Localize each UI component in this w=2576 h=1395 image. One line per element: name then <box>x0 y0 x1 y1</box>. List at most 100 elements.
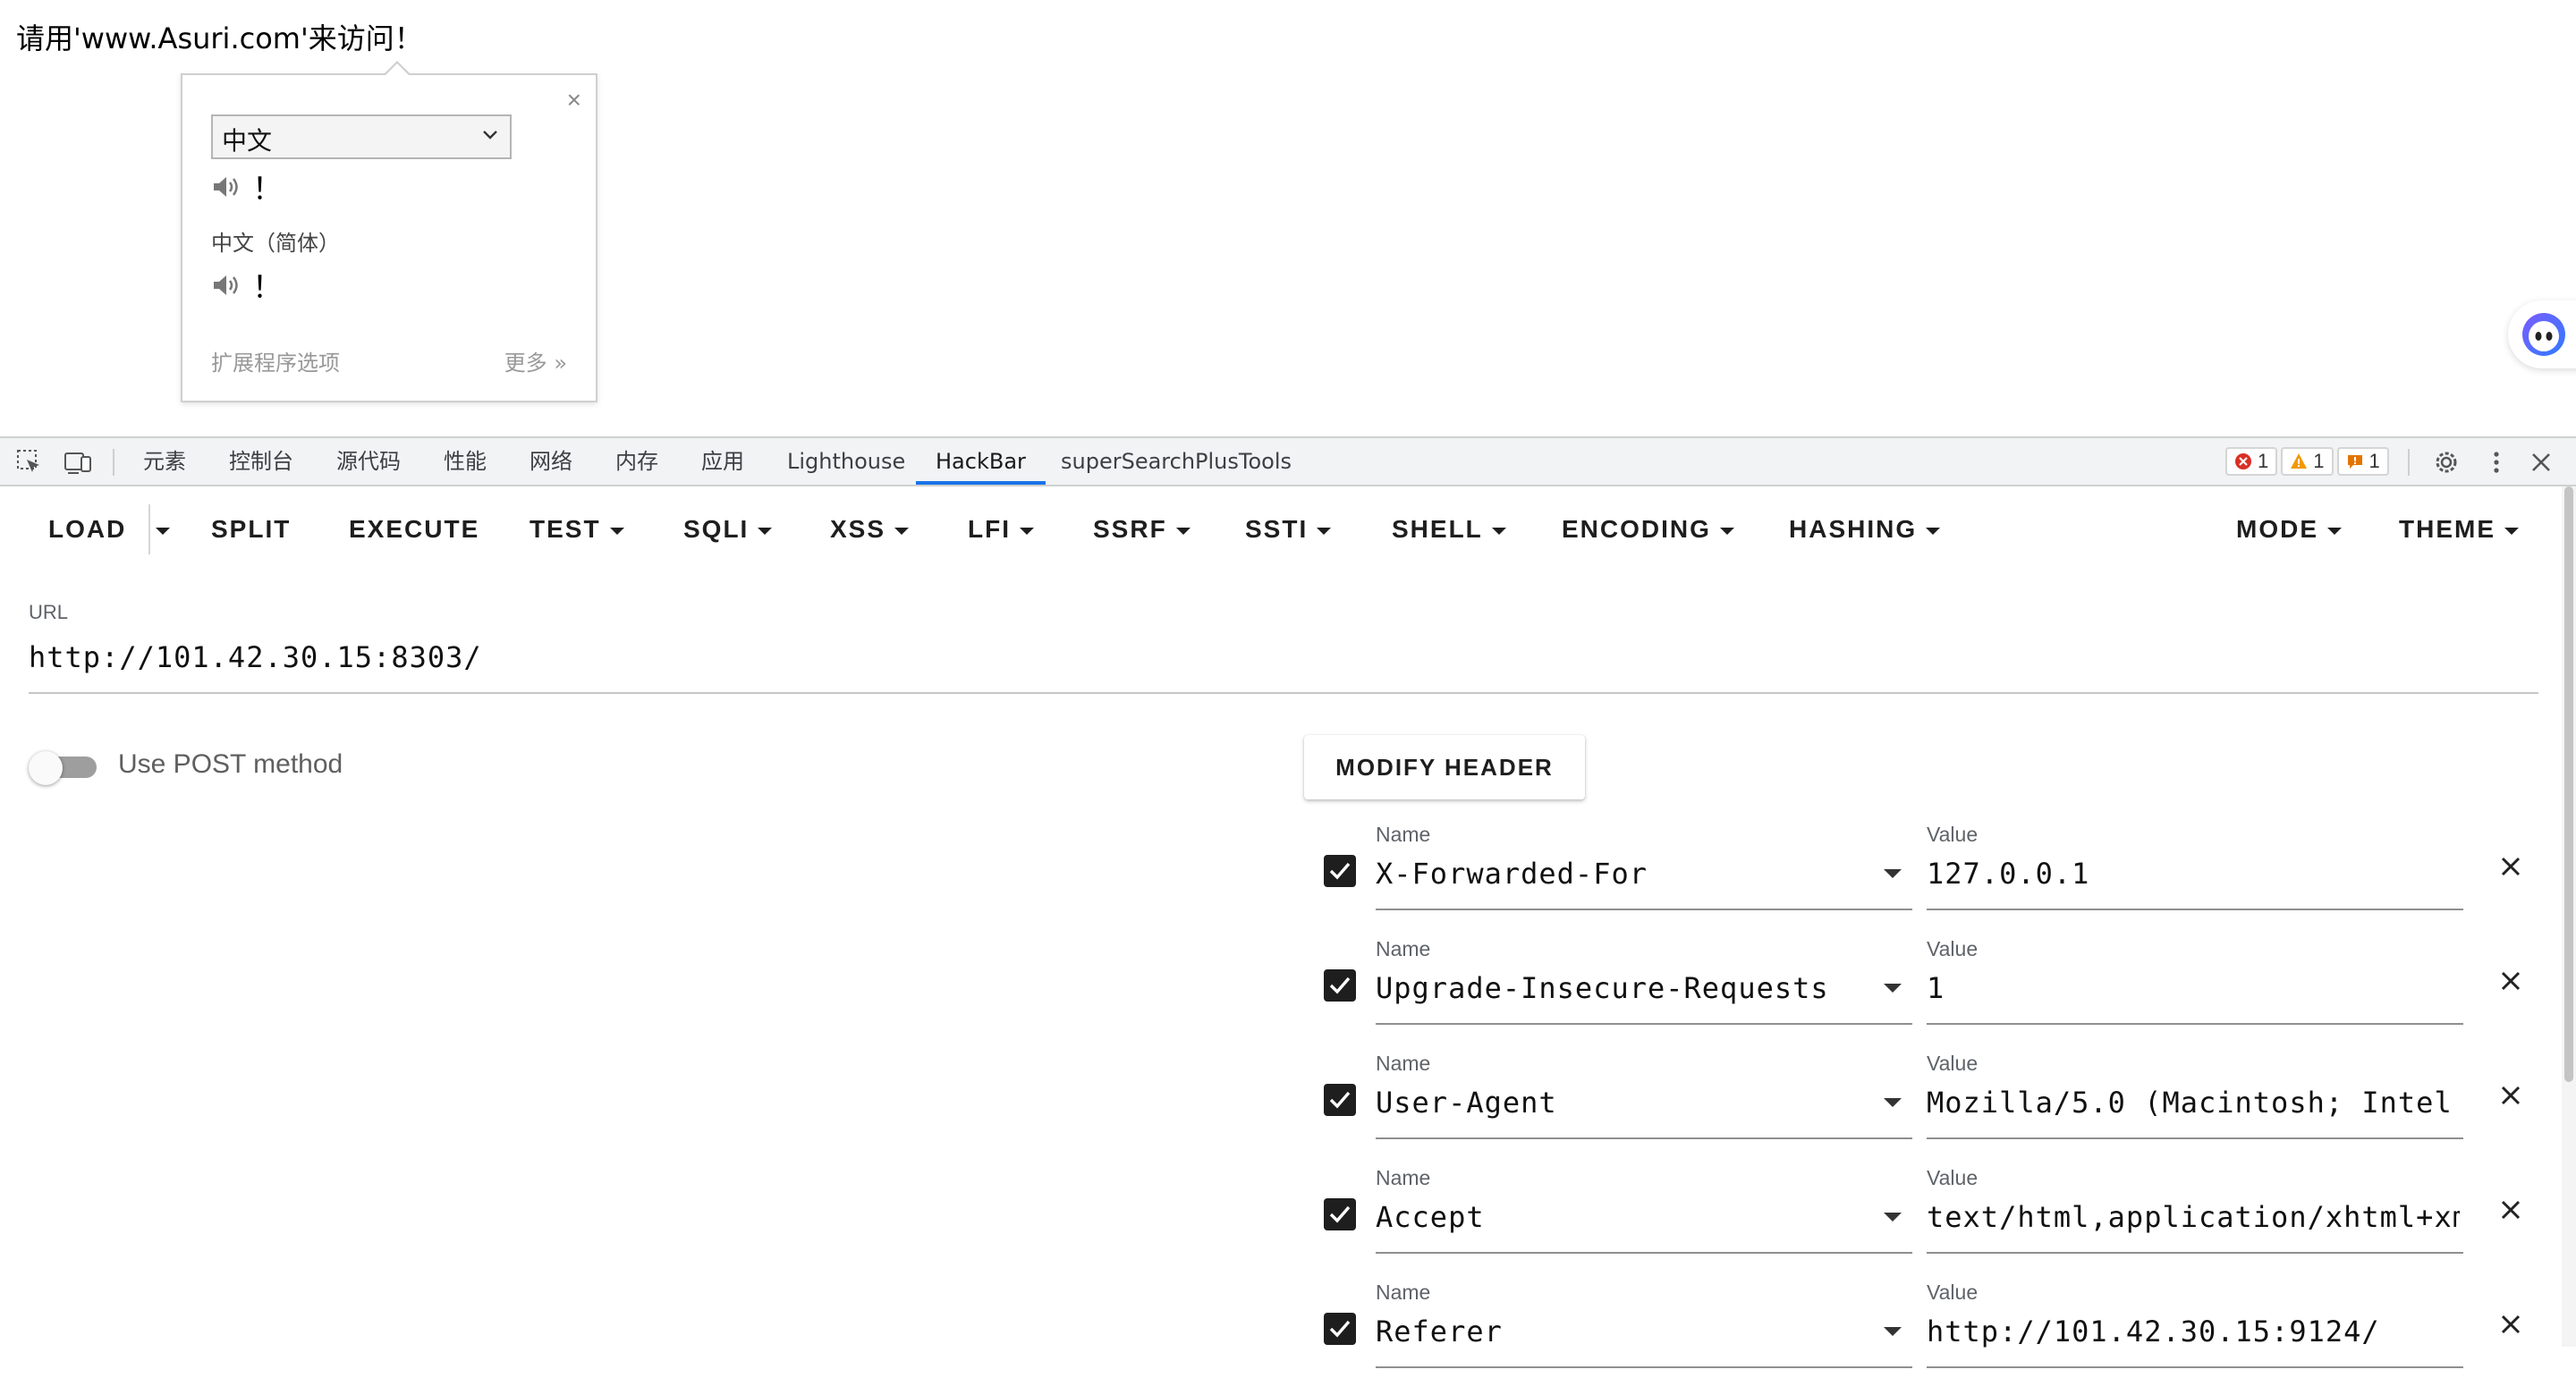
device-toolbar-icon[interactable] <box>63 447 93 478</box>
mode-menu-label: MODE <box>2236 515 2318 543</box>
gear-icon[interactable] <box>2431 447 2462 478</box>
theme-menu[interactable]: THEME <box>2399 512 2519 547</box>
post-method-toggle[interactable] <box>27 749 100 785</box>
tab-supersearchplustools[interactable]: superSearchPlusTools <box>1061 438 1292 485</box>
load-button[interactable]: LOAD <box>48 512 126 547</box>
caret-down-icon <box>2327 527 2342 535</box>
console-badges[interactable]: 1 1 1 <box>2225 447 2389 476</box>
translation-row: ！ <box>211 165 283 208</box>
sqli-menu[interactable]: SQLI <box>683 512 773 547</box>
tab-performance[interactable]: 性能 <box>444 438 487 485</box>
speaker-icon[interactable] <box>211 173 242 200</box>
execute-button[interactable]: EXECUTE <box>349 512 479 547</box>
close-devtools-icon[interactable] <box>2526 447 2556 478</box>
url-label: URL <box>29 601 69 623</box>
toolbar-separator <box>2408 449 2410 476</box>
warning-badge[interactable]: 1 <box>2281 447 2334 476</box>
checkmark-icon <box>1329 1320 1351 1338</box>
header-enabled-checkbox[interactable] <box>1324 1198 1356 1230</box>
caret-down-icon[interactable] <box>1884 984 1902 993</box>
xss-menu[interactable]: XSS <box>830 512 910 547</box>
header-name-input[interactable]: Accept <box>1376 1200 1868 1234</box>
caret-down-icon <box>1926 527 1941 535</box>
more-options-icon[interactable] <box>2481 447 2512 478</box>
header-value-underline <box>1927 1023 2463 1025</box>
test-menu[interactable]: TEST <box>530 512 624 547</box>
header-value-input[interactable]: text/html,application/xhtml+xml <box>1927 1200 2460 1234</box>
tab-network[interactable]: 网络 <box>530 438 572 485</box>
caret-down-icon[interactable] <box>1884 1327 1902 1336</box>
mode-menu[interactable]: MODE <box>2236 512 2342 547</box>
url-input[interactable]: http://101.42.30.15:8303/ <box>29 640 482 674</box>
header-name-underline <box>1376 1023 1912 1025</box>
header-name-input[interactable]: Referer <box>1376 1315 1868 1348</box>
close-icon[interactable] <box>2497 968 2524 994</box>
assistant-face-icon <box>2522 313 2565 356</box>
scrollbar-thumb[interactable] <box>2564 486 2573 1082</box>
tab-memory[interactable]: 内存 <box>615 438 658 485</box>
ssti-menu-label: SSTI <box>1245 515 1309 543</box>
ssrf-menu[interactable]: SSRF <box>1093 512 1191 547</box>
warning-count: 1 <box>2313 450 2325 472</box>
header-row: Name Accept Value text/html,application/xht… <box>1304 1166 2538 1281</box>
close-icon[interactable] <box>2497 853 2524 880</box>
checkmark-icon <box>1329 862 1351 880</box>
header-enabled-checkbox[interactable] <box>1324 1084 1356 1116</box>
header-row: Name Referer Value http://101.42.30.15:9124… <box>1304 1281 2538 1395</box>
header-value-input[interactable]: Mozilla/5.0 (Macintosh; Intel M <box>1927 1086 2460 1120</box>
caret-down-icon <box>894 527 910 535</box>
tab-application[interactable]: 应用 <box>701 438 744 485</box>
close-icon[interactable] <box>2497 1082 2524 1109</box>
language-select[interactable]: 中文 <box>211 114 512 159</box>
checkmark-icon <box>1329 976 1351 994</box>
speaker-icon[interactable] <box>211 272 242 299</box>
source-text: ！ <box>252 270 283 306</box>
load-dropdown-button[interactable] <box>156 512 170 547</box>
header-name-input[interactable]: X-Forwarded-For <box>1376 857 1868 891</box>
caret-down-icon[interactable] <box>1884 1213 1902 1222</box>
lfi-menu-label: LFI <box>968 515 1011 543</box>
close-icon[interactable] <box>2497 1311 2524 1338</box>
tab-hackbar[interactable]: HackBar <box>916 438 1046 485</box>
hashing-menu[interactable]: HASHING <box>1789 512 1941 547</box>
caret-down-icon[interactable] <box>1884 869 1902 878</box>
source-language-label: 中文（简体） <box>211 231 340 256</box>
tab-elements[interactable]: 元素 <box>143 438 186 485</box>
modify-header-button[interactable]: MODIFY HEADER <box>1304 735 1585 799</box>
caret-down-icon[interactable] <box>1884 1098 1902 1107</box>
vertical-scrollbar[interactable] <box>2562 486 2576 1347</box>
ssti-menu[interactable]: SSTI <box>1245 512 1332 547</box>
caret-down-icon <box>1175 527 1191 535</box>
tab-sources[interactable]: 源代码 <box>336 438 401 485</box>
caret-down-icon <box>1491 527 1506 535</box>
popup-close-button[interactable]: × <box>567 86 581 114</box>
inspect-element-icon[interactable] <box>14 447 45 478</box>
header-value-input[interactable]: 127.0.0.1 <box>1927 857 2460 891</box>
extension-options-link[interactable]: 扩展程序选项 <box>211 345 340 376</box>
more-link[interactable]: 更多 » <box>504 345 567 376</box>
close-icon[interactable] <box>2497 1196 2524 1223</box>
header-name-input[interactable]: User-Agent <box>1376 1086 1868 1120</box>
lfi-menu[interactable]: LFI <box>968 512 1034 547</box>
header-enabled-checkbox[interactable] <box>1324 969 1356 1002</box>
assistant-floating-button[interactable] <box>2508 300 2576 368</box>
header-value-input[interactable]: 1 <box>1927 971 2460 1005</box>
test-menu-label: TEST <box>530 515 601 543</box>
chevron-down-icon <box>483 131 497 140</box>
checkmark-icon <box>1329 1091 1351 1109</box>
encoding-menu[interactable]: ENCODING <box>1562 512 1734 547</box>
tab-console[interactable]: 控制台 <box>229 438 293 485</box>
header-value-input[interactable]: http://101.42.30.15:9124/ <box>1927 1315 2460 1348</box>
caret-down-icon <box>609 527 624 535</box>
header-enabled-checkbox[interactable] <box>1324 855 1356 887</box>
page-message: 请用'www.Asuri.com'来访问！ <box>16 21 423 55</box>
header-name-underline <box>1376 909 1912 910</box>
split-button[interactable]: SPLIT <box>211 512 291 547</box>
tab-lighthouse[interactable]: Lighthouse <box>787 438 905 485</box>
toolbar-separator <box>113 449 114 476</box>
shell-menu[interactable]: SHELL <box>1392 512 1506 547</box>
issues-badge[interactable]: 1 <box>2336 447 2389 476</box>
header-enabled-checkbox[interactable] <box>1324 1313 1356 1345</box>
header-name-input[interactable]: Upgrade-Insecure-Requests <box>1376 971 1868 1005</box>
error-badge[interactable]: 1 <box>2225 447 2278 476</box>
